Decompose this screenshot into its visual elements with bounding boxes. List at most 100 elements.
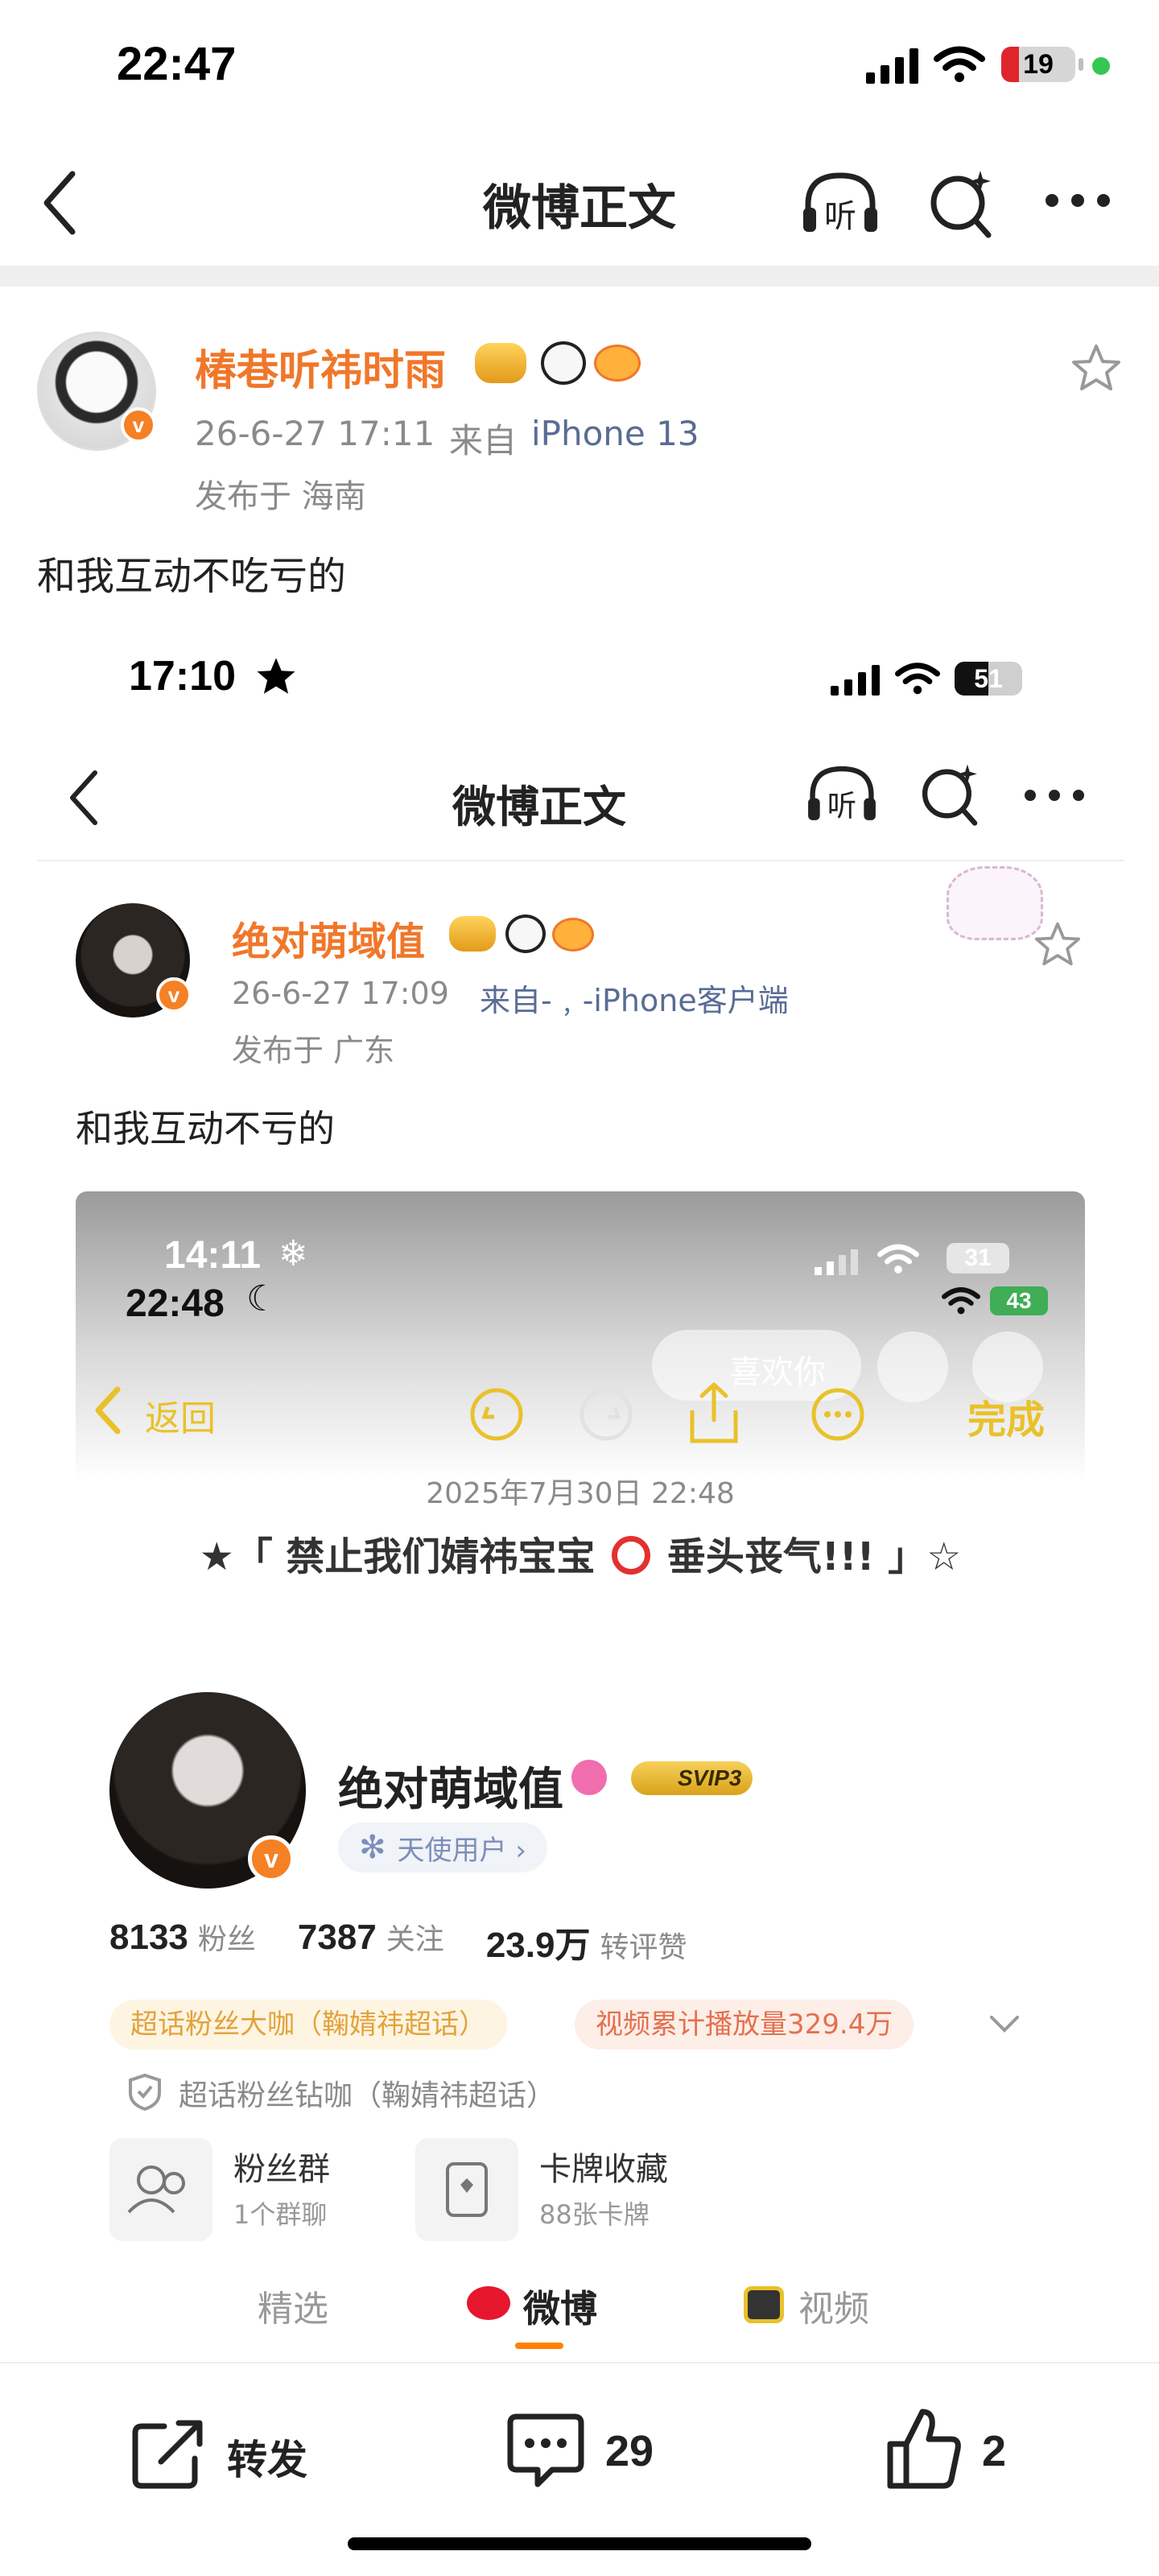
supertopic-fan-tag[interactable]: 超话粉丝大咖（鞠婧祎超话）	[109, 2000, 507, 2050]
inner-battery-level: 51	[974, 664, 1003, 693]
nested-screenshot[interactable]: 14:11 ❄ 22:48 ☾ 31 43 喜欢你 返回 完成 2025年7月3…	[76, 1191, 1085, 2359]
battery-icon: 19	[1001, 47, 1075, 82]
stat-following[interactable]: 7387 关注	[298, 1916, 444, 1964]
nested-search-pill[interactable]	[877, 1331, 948, 1402]
nested-status-time-b: 22:48	[126, 1282, 225, 1325]
like-button[interactable]: 2	[884, 2404, 1045, 2492]
nested-wifi-icon-b	[942, 1287, 980, 1315]
thumbs-up-icon	[887, 2409, 961, 2489]
inner-crown-badge-icon	[449, 916, 496, 952]
stat-fans[interactable]: 8133 粉丝	[109, 1916, 256, 1964]
inner-more-icon[interactable]	[1022, 786, 1087, 805]
fan-group-card[interactable]: 粉丝群 1个群聊	[109, 2138, 399, 2244]
crown-badge-icon	[475, 343, 526, 383]
card-collection-subtitle: 88张卡牌	[539, 2199, 650, 2230]
stat-label: 粉丝	[197, 1923, 256, 1956]
wifi-icon	[934, 46, 985, 82]
snowflake-icon: ❄	[278, 1233, 308, 1274]
active-dot	[1092, 57, 1110, 75]
stat-number: 23.9万	[485, 1926, 591, 1965]
svg-text:听: 听	[824, 198, 856, 235]
search-button[interactable]	[926, 166, 998, 240]
repost-icon	[132, 2420, 203, 2489]
angel-user-label: 天使用户 ›	[397, 1834, 526, 1867]
inner-star-icon	[257, 658, 295, 694]
inner-author-name[interactable]: 绝对萌域值	[232, 910, 425, 966]
fan-group-subtitle: 1个群聊	[233, 2199, 328, 2230]
inner-favorite-star-icon[interactable]	[1033, 921, 1082, 968]
battery-level: 19	[1023, 49, 1054, 80]
undo-icon[interactable]	[467, 1385, 526, 1444]
tab-featured[interactable]: 精选	[258, 2280, 328, 2331]
stat-number: 8133	[109, 1918, 188, 1957]
tab-video[interactable]: 视频	[798, 2280, 869, 2331]
back-chevron-icon[interactable]	[92, 1386, 124, 1435]
inner-signal-icon	[831, 665, 880, 696]
status-time: 22:47	[117, 38, 237, 90]
bottom-bar-divider	[0, 2362, 1159, 2363]
favorite-star-icon[interactable]	[1070, 343, 1122, 393]
more-button[interactable]	[1043, 190, 1112, 211]
headphone-icon: 听	[803, 172, 877, 235]
tab-active-indicator	[515, 2343, 563, 2349]
post-device[interactable]: iPhone 13	[531, 414, 699, 453]
inner-post-location: 发布于 广东	[232, 1033, 395, 1068]
done-label[interactable]: 完成	[967, 1388, 1045, 1444]
inner-verified-badge-icon: v	[156, 977, 192, 1013]
nested-battery-b: 43	[990, 1286, 1048, 1315]
stat-interactions[interactable]: 23.9万 转评赞	[485, 1916, 687, 1965]
note-headline-end: 垂头丧气!!! 」☆	[666, 1534, 962, 1579]
share-icon[interactable]	[684, 1378, 744, 1446]
inner-post-time: 26-6-27 17:09	[232, 976, 449, 1011]
card-collection-card[interactable]: 卡牌收藏 88张卡牌	[415, 2138, 737, 2244]
search-sparkle-icon	[930, 171, 992, 238]
author-name[interactable]: 椿巷听祎时雨	[195, 336, 446, 397]
profile-verified-badge-icon: v	[248, 1835, 295, 1882]
embedded-screenshot[interactable]: 17:10 51 微博正文 听 v 绝对萌域值 26-6-27 17:09 来自…	[37, 628, 1124, 2359]
note-date: 2025年7月30日 22:48	[426, 1477, 735, 1510]
note-headline-start: ★「 禁止我们婧祎宝宝	[199, 1534, 596, 1579]
inner-battery-icon: 51	[955, 662, 1022, 696]
video-plays-tag[interactable]: 视频累计播放量329.4万	[575, 2000, 914, 2050]
search-badge-icon	[571, 1760, 607, 1795]
comment-button[interactable]: 29	[505, 2407, 699, 2496]
like-count: 2	[982, 2427, 1007, 2475]
header-divider	[0, 266, 1159, 287]
weibo-logo-icon	[467, 2286, 510, 2320]
listen-button[interactable]: 听	[800, 167, 881, 240]
inner-panda-badge-icon	[505, 914, 546, 953]
fan-group-title: 粉丝群	[233, 2151, 330, 2188]
shield-icon	[129, 2073, 161, 2112]
nested-signal-icon	[815, 1249, 858, 1275]
diamond-fan-label: 超话粉丝钻咖（鞠婧祎超话）	[179, 2079, 556, 2112]
stat-label: 转评赞	[600, 1931, 687, 1964]
fan-group-icon	[109, 2138, 212, 2241]
nested-battery-a: 31	[947, 1243, 1009, 1274]
more-dots-icon	[1046, 194, 1110, 207]
angel-user-tag[interactable]: ✻ 天使用户 ›	[338, 1823, 547, 1872]
tab-weibo[interactable]: 微博	[523, 2280, 597, 2333]
expand-chevron-icon[interactable]	[988, 2013, 1021, 2037]
redo-icon[interactable]	[576, 1385, 636, 1444]
inner-status-time: 17:10	[129, 653, 236, 700]
inner-back-arrow-icon[interactable]	[66, 770, 101, 826]
card-collection-icon	[415, 2138, 518, 2241]
post-location: 发布于 海南	[195, 478, 366, 515]
card-collection-title: 卡牌收藏	[539, 2151, 668, 2188]
video-logo-icon	[744, 2286, 784, 2323]
back-arrow-icon[interactable]	[39, 171, 80, 235]
inner-headphone-icon[interactable]: 听	[805, 762, 879, 828]
options-icon[interactable]	[808, 1385, 868, 1444]
inner-search-icon[interactable]	[918, 760, 984, 828]
comment-count: 29	[605, 2427, 654, 2475]
inner-post-from[interactable]: 来自-﹐-iPhone客户端	[480, 976, 789, 1020]
nested-status-time-a: 14:11	[164, 1234, 262, 1277]
no-entry-icon	[612, 1536, 651, 1575]
back-label[interactable]: 返回	[145, 1389, 216, 1441]
fish-badge-icon	[594, 345, 641, 382]
svg-text:听: 听	[827, 788, 856, 823]
inner-fish-badge-icon	[552, 918, 594, 952]
repost-button[interactable]: 转发	[129, 2412, 338, 2492]
post-from-label: 来自	[449, 421, 518, 460]
profile-name: 绝对萌域值	[338, 1764, 563, 1816]
